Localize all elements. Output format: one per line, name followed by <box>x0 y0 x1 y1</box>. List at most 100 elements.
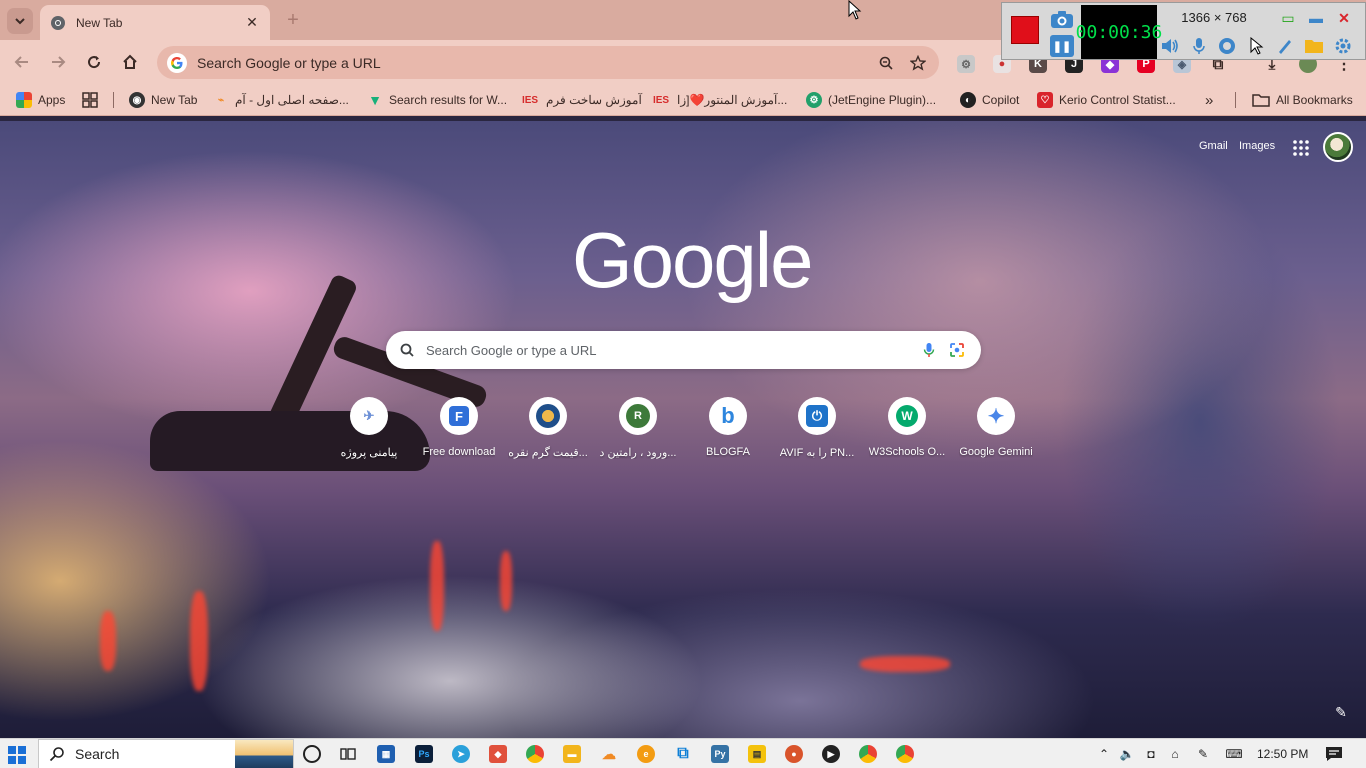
bookmarks-bar: Apps ◉ New Tab ⌁ صفحه اصلی اول - آم... ▼… <box>0 84 1366 116</box>
bookmarks-overflow-button[interactable]: » <box>1205 91 1213 109</box>
shortcut-tile[interactable]: ✈ پیامنی پروژه <box>324 397 414 467</box>
folder-icon[interactable] <box>1302 35 1326 57</box>
shortcut-tile[interactable]: W W3Schools O... <box>862 397 952 467</box>
minimize-icon[interactable]: ▬ <box>1305 8 1327 28</box>
shortcut-favicon: ✦ <box>977 397 1015 435</box>
windows-start-icon[interactable] <box>8 746 26 764</box>
speaker-icon[interactable] <box>1158 35 1182 57</box>
w3schools-icon: W <box>896 405 918 427</box>
lava-stream <box>500 551 512 611</box>
taskbar-media-player-icon[interactable]: ▶ <box>822 745 840 763</box>
taskbar-photoshop-icon[interactable]: Ps <box>415 745 433 763</box>
taskbar-clock[interactable]: 12:50 PM <box>1257 747 1308 761</box>
tray-volume-icon[interactable]: 🔈 <box>1119 746 1135 762</box>
tab-new-tab[interactable]: New Tab ✕ <box>40 5 270 40</box>
google-lens-icon[interactable] <box>947 340 967 360</box>
ntp-search-placeholder: Search Google or type a URL <box>426 342 597 358</box>
taskbar-telegram-icon[interactable]: ➤ <box>452 745 470 763</box>
google-apps-icon[interactable] <box>1292 139 1310 157</box>
settings-gear-icon[interactable] <box>1331 35 1355 57</box>
r-letter-icon: R <box>626 404 650 428</box>
taskbar-edge-icon[interactable]: e <box>637 745 655 763</box>
tab-search-button[interactable] <box>7 8 33 34</box>
tray-keyboard-icon[interactable]: ⌨ <box>1222 746 1246 762</box>
shortcut-tile[interactable]: ⏻ AVIF را به PN... <box>772 397 862 467</box>
bookmark-grid[interactable] <box>82 91 98 109</box>
webcam-icon[interactable] <box>1215 35 1239 57</box>
chevron-down-icon <box>15 18 25 25</box>
taskbar-notes-icon[interactable]: ▤ <box>748 745 766 763</box>
taskbar-search-box[interactable]: Search <box>38 739 294 768</box>
shortcut-tile[interactable]: ✦ Google Gemini <box>951 397 1041 467</box>
notification-center-icon[interactable] <box>1325 746 1343 762</box>
bookmark-form-tutorial[interactable]: IES آموزش ساخت فرم <box>520 91 642 109</box>
bookmark-elementor-tutorial[interactable]: IES آموزش المنتور❤️[زا... <box>651 91 787 109</box>
bookmark-search-results[interactable]: ▼ Search results for W... <box>367 91 507 109</box>
ies-icon: IES <box>521 94 539 106</box>
bookmark-jetengine[interactable]: ⚙ (JetEngine Plugin)... <box>806 91 936 109</box>
extension-gear-icon[interactable]: ⚙ <box>957 55 975 73</box>
bookmark-all-bookmarks[interactable]: All Bookmarks <box>1252 91 1353 109</box>
bookmark-copilot[interactable]: ◐ Copilot <box>960 91 1019 109</box>
taskbar-app-grid-icon[interactable]: ▦ <box>377 745 395 763</box>
new-tab-button[interactable]: + <box>282 9 304 31</box>
bookmark-new-tab[interactable]: ◉ New Tab <box>129 91 197 109</box>
shortcut-favicon: W <box>888 397 926 435</box>
window-restore-icon[interactable]: ▭ <box>1277 8 1299 28</box>
taskbar-chrome-icon[interactable] <box>526 745 544 763</box>
record-stop-button[interactable] <box>1011 16 1039 44</box>
taskbar-python-icon[interactable]: Py <box>711 745 729 763</box>
shortcut-favicon <box>529 397 567 435</box>
voice-search-icon[interactable] <box>919 340 939 360</box>
omnibox[interactable]: Search Google or type a URL <box>157 46 939 79</box>
cortana-icon[interactable] <box>303 745 321 763</box>
close-icon[interactable]: ✕ <box>1333 8 1355 28</box>
apps-grid-icon <box>16 92 32 108</box>
free-download-icon: F <box>449 406 469 426</box>
account-avatar[interactable] <box>1323 132 1353 162</box>
taskbar-cloud-icon[interactable]: ☁ <box>600 745 618 763</box>
taskbar-chrome-icon[interactable] <box>859 745 877 763</box>
resolution-label: 1366 × 768 <box>1181 10 1247 25</box>
task-view-icon[interactable] <box>339 745 357 763</box>
bookmark-apps[interactable]: Apps <box>16 91 65 109</box>
bookmark-site-home[interactable]: ⌁ صفحه اصلی اول - آم... <box>213 91 349 109</box>
camera-icon[interactable] <box>1050 9 1074 29</box>
tray-webcam-icon[interactable]: ◘ <box>1143 746 1159 762</box>
bookmark-separator <box>1235 92 1236 108</box>
bookmark-star-icon[interactable] <box>907 52 929 74</box>
tray-pen-icon[interactable]: ✎ <box>1195 746 1211 762</box>
taskbar-record-icon[interactable]: ● <box>785 745 803 763</box>
shortcut-label: Google Gemini <box>959 446 1033 458</box>
pen-icon[interactable] <box>1273 35 1297 57</box>
zoom-icon[interactable] <box>875 52 897 74</box>
cursor-tool-icon[interactable] <box>1245 35 1269 57</box>
shortcut-favicon: F <box>440 397 478 435</box>
tray-network-icon[interactable]: ⌂ <box>1167 746 1183 762</box>
bookmark-label: Copilot <box>982 93 1020 107</box>
shortcut-tile[interactable]: b BLOGFA <box>683 397 773 467</box>
bookmark-kerio[interactable]: ♡ Kerio Control Statist... <box>1037 91 1176 109</box>
shortcut-tile[interactable]: قیمت گرم نقره... <box>503 397 593 467</box>
taskbar-chrome-icon[interactable] <box>896 745 914 763</box>
tab-close-button[interactable]: ✕ <box>244 14 260 31</box>
bookmark-label: New Tab <box>151 93 198 107</box>
home-button[interactable] <box>118 50 142 74</box>
forward-button[interactable] <box>46 50 70 74</box>
pause-button[interactable]: ❚❚ <box>1050 35 1074 57</box>
shortcut-tile[interactable]: R ورود ، رامتین د... <box>593 397 683 467</box>
shortcut-label: Free download <box>422 446 496 458</box>
shortcut-tile[interactable]: F Free download <box>414 397 504 467</box>
ntp-search-box[interactable]: Search Google or type a URL <box>386 331 981 369</box>
microphone-icon[interactable] <box>1187 35 1211 57</box>
taskbar-anydesk-icon[interactable]: ◆ <box>489 745 507 763</box>
bookmark-label: آموزش ساخت فرم <box>546 93 642 107</box>
back-button[interactable] <box>10 50 34 74</box>
taskbar-file-explorer-icon[interactable]: ▬ <box>563 745 581 763</box>
taskbar-vscode-icon[interactable]: ⧉ <box>674 745 692 763</box>
customize-chrome-button[interactable]: ✎ <box>1330 701 1352 723</box>
reload-button[interactable] <box>82 50 106 74</box>
images-link[interactable]: Images <box>1239 140 1275 152</box>
tray-chevron-up-icon[interactable]: ⌃ <box>1096 746 1112 762</box>
gmail-link[interactable]: Gmail <box>1199 140 1228 152</box>
